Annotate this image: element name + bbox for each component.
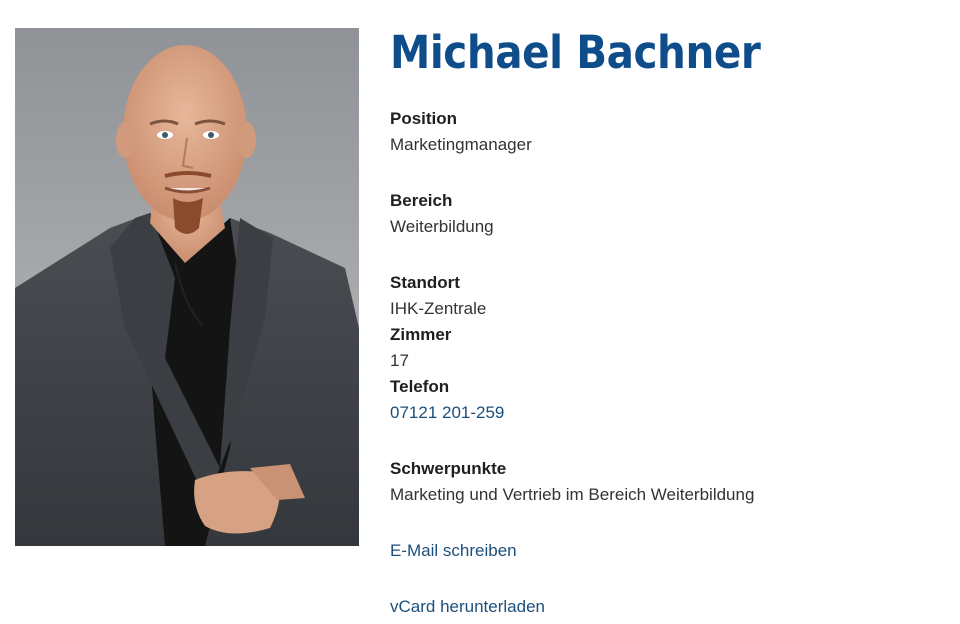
schwerpunkte-label: Schwerpunkte: [390, 459, 507, 478]
bereich-label: Bereich: [390, 191, 453, 210]
standort-label: Standort: [390, 273, 460, 292]
contact-details: Michael Bachner Position Marketingmanage…: [390, 26, 950, 616]
person-name: Michael Bachner: [390, 26, 761, 79]
schwerpunkte-section: Schwerpunkte Marketing und Vertrieb im B…: [390, 456, 754, 508]
portrait-illustration: [15, 45, 359, 546]
telefon-label: Telefon: [390, 377, 450, 396]
schwerpunkte-value: Marketing und Vertrieb im Bereich Weiter…: [390, 485, 755, 504]
telefon-link[interactable]: 07121 201-259: [390, 400, 504, 426]
email-link[interactable]: E-Mail schreiben: [390, 538, 517, 564]
position-section: Position Marketingmanager: [390, 106, 532, 158]
profile-photo: [15, 28, 359, 546]
bereich-section: Bereich Weiterbildung: [390, 188, 494, 240]
vcard-download-link[interactable]: vCard herunterladen: [390, 594, 545, 620]
position-label: Position: [390, 109, 458, 128]
position-value: Marketingmanager: [390, 135, 532, 154]
zimmer-label: Zimmer: [390, 325, 452, 344]
bereich-value: Weiterbildung: [390, 217, 494, 236]
standort-value: IHK-Zentrale: [390, 299, 487, 318]
email-section: E-Mail schreiben: [390, 538, 517, 564]
zimmer-value: 17: [390, 351, 409, 370]
vcard-section: vCard herunterladen: [390, 594, 545, 620]
location-section: Standort IHK-Zentrale Zimmer 17 Telefon …: [390, 270, 504, 426]
